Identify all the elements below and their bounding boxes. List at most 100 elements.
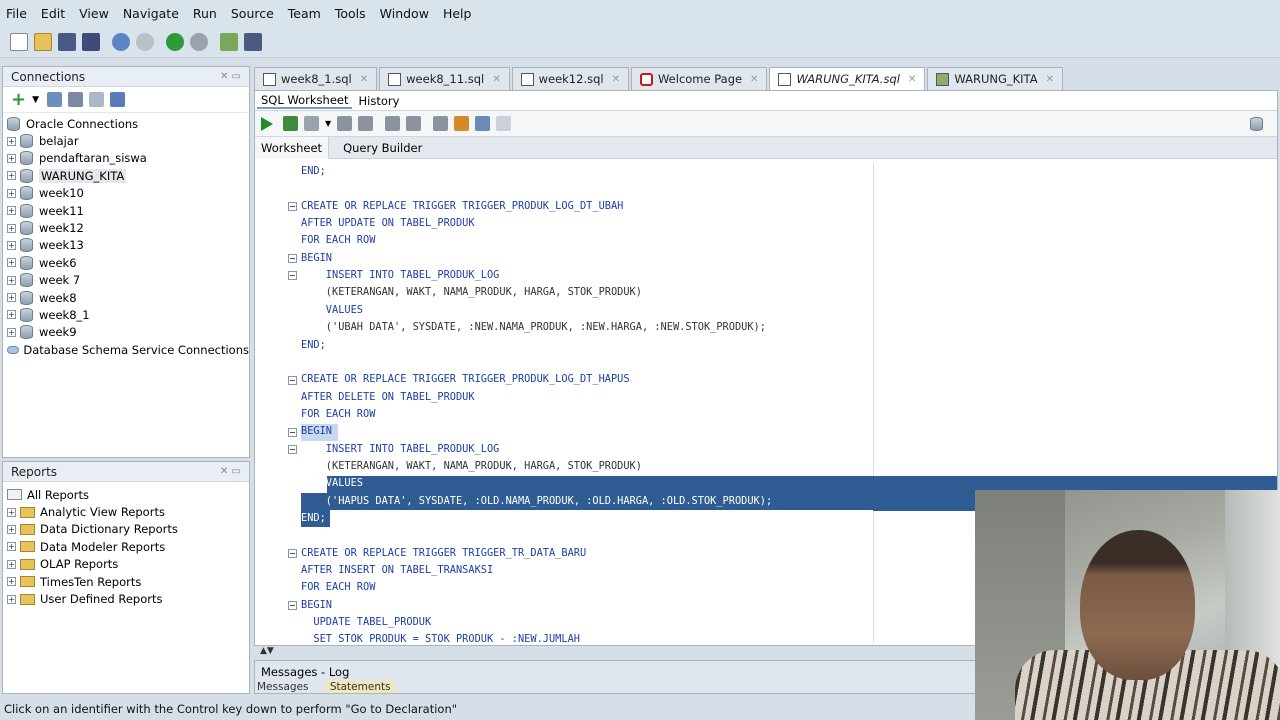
close-icon[interactable]: ✕ [750, 74, 758, 85]
expand-icon[interactable]: + [7, 524, 16, 534]
connection-item[interactable]: + week8_1 [7, 306, 249, 323]
fold-icon[interactable] [288, 428, 297, 437]
connection-item[interactable]: + week9 [7, 324, 249, 341]
expand-icon[interactable]: + [7, 293, 16, 303]
tab-history[interactable]: History [354, 94, 403, 108]
run-statement-icon[interactable] [261, 116, 273, 131]
clear-eraser-icon[interactable] [454, 116, 470, 131]
tns-icon[interactable] [110, 92, 126, 107]
report-item[interactable]: + TimesTen Reports [7, 573, 249, 590]
menu-view[interactable]: View [79, 6, 109, 21]
connection-item[interactable]: + week11 [7, 202, 249, 219]
fold-icon[interactable] [288, 445, 297, 454]
menu-run[interactable]: Run [193, 6, 217, 21]
schema-service-connections[interactable]: Database Schema Service Connections [7, 341, 249, 358]
tab-week8-1[interactable]: week8_1.sql ✕ [254, 67, 378, 90]
expand-icon[interactable]: + [7, 223, 16, 233]
fold-icon[interactable] [288, 254, 297, 263]
back-icon[interactable] [166, 32, 184, 51]
dropdown-icon[interactable]: ▼ [325, 119, 331, 128]
close-icon[interactable]: ✕ [360, 74, 368, 85]
expand-icon[interactable]: + [7, 171, 16, 181]
connection-selector-icon[interactable] [1250, 116, 1263, 131]
fold-icon[interactable] [288, 549, 297, 558]
report-item[interactable]: + OLAP Reports [7, 556, 249, 573]
tab-welcome-page[interactable]: Welcome Page ✕ [630, 67, 768, 90]
tab-week8-11[interactable]: week8_11.sql ✕ [379, 67, 510, 90]
menu-window[interactable]: Window [380, 6, 429, 21]
fold-icon[interactable] [288, 271, 297, 280]
close-icon[interactable]: ✕ [612, 74, 620, 85]
connection-item[interactable]: + belajar [7, 132, 249, 149]
expand-icon[interactable]: + [7, 258, 16, 268]
expand-icon[interactable]: + [7, 542, 16, 552]
tab-statements[interactable]: Statements [325, 681, 395, 693]
close-icon[interactable]: ✕ [1046, 74, 1054, 85]
run-profile-icon[interactable] [220, 32, 238, 51]
connection-item-selected[interactable]: + WARUNG_KITA [7, 167, 249, 184]
close-icon[interactable]: ✕ ▭ [220, 466, 241, 477]
menu-team[interactable]: Team [288, 6, 321, 21]
expand-icon[interactable]: + [7, 206, 16, 216]
tree-root-oracle[interactable]: Oracle Connections [7, 115, 249, 132]
history-icon[interactable] [475, 116, 491, 131]
tab-sql-worksheet[interactable]: SQL Worksheet [257, 92, 353, 109]
connection-item[interactable]: + week10 [7, 185, 249, 202]
filter-icon[interactable] [68, 92, 84, 107]
run-script-icon[interactable] [283, 116, 298, 131]
expand-icon[interactable]: + [7, 594, 16, 604]
expand-icon[interactable]: + [7, 275, 16, 285]
fold-icon[interactable] [288, 601, 297, 610]
sql-tuning-icon[interactable] [406, 116, 422, 131]
expand-icon[interactable]: + [7, 559, 16, 569]
connection-item[interactable]: + pendaftaran_siswa [7, 150, 249, 167]
forward-icon[interactable] [190, 32, 208, 51]
expand-icon[interactable]: + [7, 507, 16, 517]
report-item[interactable]: + Data Modeler Reports [7, 538, 249, 555]
expand-icon[interactable]: + [7, 240, 16, 250]
tab-warung-kita[interactable]: WARUNG_KITA ✕ [927, 67, 1063, 90]
all-reports[interactable]: All Reports [7, 486, 249, 503]
dropdown-icon[interactable]: ▼ [32, 95, 39, 105]
add-connection-icon[interactable]: + [11, 89, 26, 110]
tab-warung-kita-sql[interactable]: WARUNG_KITA.sql ✕ [769, 67, 926, 90]
schema-browser-icon[interactable] [89, 92, 105, 107]
menu-edit[interactable]: Edit [41, 6, 65, 21]
editor-scroll-arrows[interactable]: ▲▼ [254, 646, 974, 658]
menu-file[interactable]: File [6, 6, 27, 21]
connection-item[interactable]: + week12 [7, 219, 249, 236]
commit-icon[interactable] [337, 116, 353, 131]
save-icon[interactable] [58, 32, 76, 51]
close-icon[interactable]: ✕ [492, 74, 500, 85]
connection-item[interactable]: + week13 [7, 237, 249, 254]
close-icon[interactable]: ✕ [908, 74, 916, 85]
tab-messages[interactable]: Messages [257, 681, 309, 693]
menu-tools[interactable]: Tools [335, 6, 366, 21]
fold-icon[interactable] [288, 376, 297, 385]
rollback-icon[interactable] [358, 116, 374, 131]
connection-item[interactable]: + week 7 [7, 272, 249, 289]
report-item[interactable]: + Analytic View Reports [7, 503, 249, 520]
autotrace-icon[interactable] [304, 116, 319, 131]
report-item[interactable]: + Data Dictionary Reports [7, 521, 249, 538]
menu-source[interactable]: Source [231, 6, 274, 21]
binoculars-icon[interactable] [244, 32, 262, 51]
refresh-icon[interactable] [47, 92, 63, 107]
tab-worksheet[interactable]: Worksheet [255, 136, 330, 159]
explain-plan-icon[interactable] [385, 116, 401, 131]
expand-icon[interactable]: + [7, 310, 16, 320]
fold-icon[interactable] [288, 202, 297, 211]
undo-icon[interactable] [112, 32, 130, 51]
connection-item[interactable]: + week8 [7, 289, 249, 306]
expand-icon[interactable]: + [7, 327, 16, 337]
expand-icon[interactable]: + [7, 188, 16, 198]
report-item[interactable]: + User Defined Reports [7, 590, 249, 607]
connection-item[interactable]: + week6 [7, 254, 249, 271]
unshared-sql-icon[interactable] [433, 116, 449, 131]
redo-icon[interactable] [136, 32, 154, 51]
tab-week12[interactable]: week12.sql ✕ [511, 67, 629, 90]
close-icon[interactable]: ✕ ▭ [220, 71, 241, 82]
expand-icon[interactable]: + [7, 136, 16, 146]
new-file-icon[interactable] [10, 32, 28, 51]
expand-icon[interactable]: + [7, 153, 16, 163]
